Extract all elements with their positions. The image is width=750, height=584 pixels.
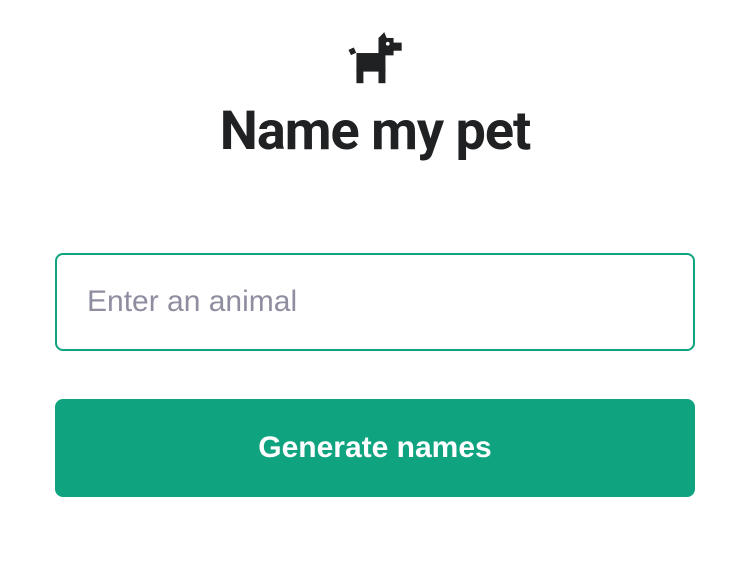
generate-names-button[interactable]: Generate names xyxy=(55,399,695,497)
page-title: Name my pet xyxy=(220,100,531,163)
dog-icon xyxy=(345,30,405,90)
pet-name-form: Generate names xyxy=(55,253,695,497)
animal-input[interactable] xyxy=(55,253,695,351)
